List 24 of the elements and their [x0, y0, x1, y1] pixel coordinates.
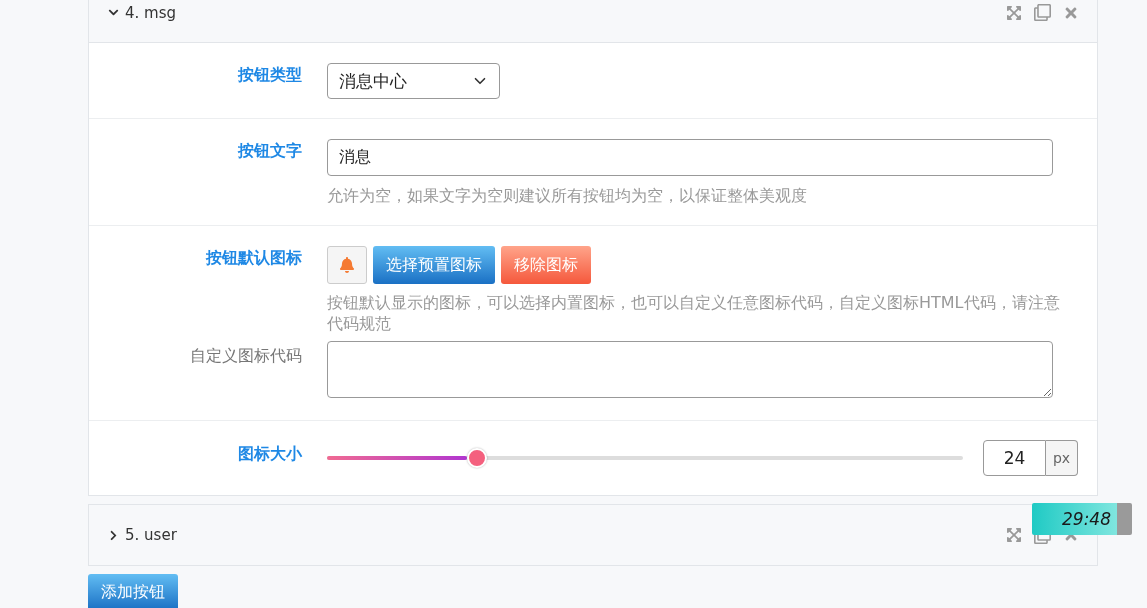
timer-toast: 29:48	[1032, 503, 1132, 535]
expand-icon[interactable]	[1006, 4, 1022, 21]
help-text: 按钮默认显示的图标，可以选择内置图标，也可以自定义任意图标代码，自定义图标HTML代码，请注意代码规范	[327, 292, 1061, 334]
field-label: 自定义图标代码	[190, 345, 302, 367]
field-label: 按钮默认图标	[206, 247, 302, 269]
unit-label: px	[1046, 440, 1078, 476]
number-input[interactable]: 24	[983, 440, 1046, 476]
expand-icon[interactable]	[1006, 527, 1022, 543]
icon-code-textarea[interactable]	[327, 341, 1053, 398]
slider-thumb[interactable]	[467, 448, 488, 468]
text-input[interactable]: 消息	[327, 139, 1053, 176]
icon-preview-button[interactable]	[327, 246, 367, 284]
field-label: 按钮文字	[238, 140, 302, 162]
help-text: 允许为空，如果文字为空则建议所有按钮均为空，以保证整体美观度	[327, 185, 808, 206]
bell-icon	[339, 257, 355, 273]
field-label: 图标大小	[238, 443, 302, 465]
panel-header[interactable]: 4. msg	[89, 0, 1097, 43]
chevron-right-icon[interactable]	[108, 529, 119, 541]
panel-title: 5. user	[125, 526, 178, 544]
chevron-down-icon[interactable]	[108, 7, 119, 18]
field-label: 按钮类型	[238, 64, 302, 86]
button-type-select[interactable]: 消息中心	[327, 63, 500, 99]
copy-icon[interactable]	[1034, 4, 1051, 21]
panel-title: 4. msg	[125, 3, 178, 22]
